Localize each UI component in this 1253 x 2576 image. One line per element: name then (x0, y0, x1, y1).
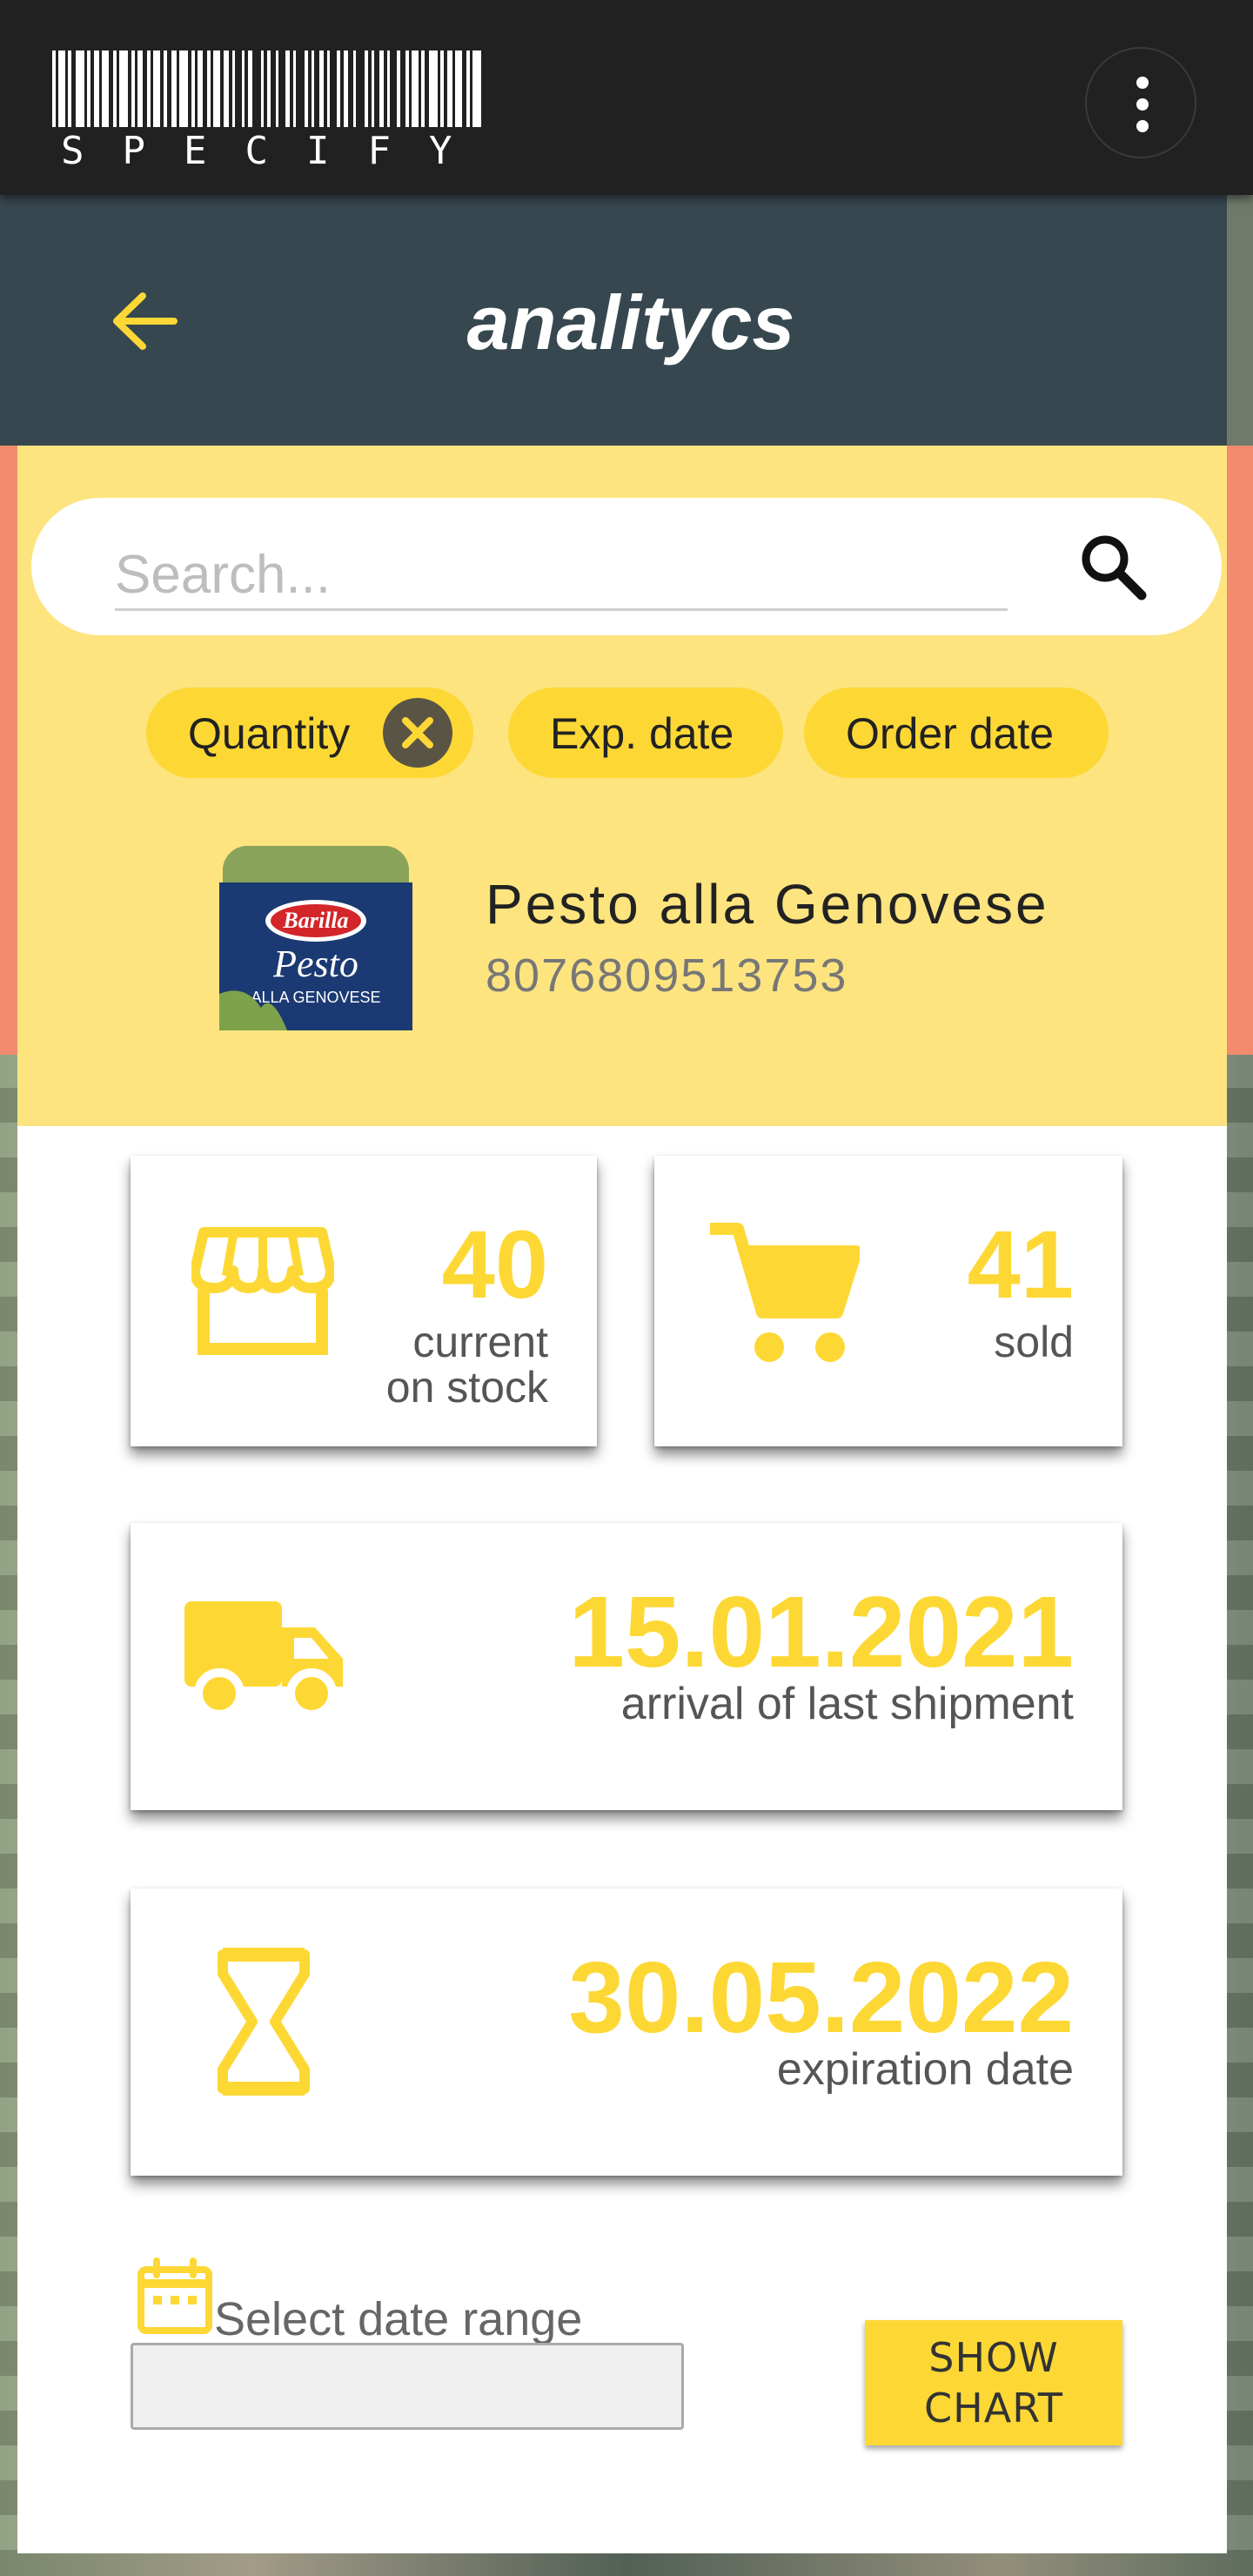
shipment-card: 15.01.2021 arrival of last shipment (131, 1523, 1122, 1810)
hourglass-icon (218, 1948, 310, 2096)
date-range-input[interactable] (131, 2343, 684, 2430)
product-thumbnail: Barilla Pesto ALLA GENOVESE (219, 837, 412, 1030)
store-icon (191, 1227, 334, 1355)
stock-label: current on stock (386, 1319, 548, 1410)
barcode-bar (102, 50, 109, 127)
app-logo: SPECIFY (52, 50, 491, 173)
barcode-bar (119, 50, 128, 127)
date-range-label: Select date range (214, 2293, 583, 2345)
barcode-bar (213, 50, 220, 127)
search-bar (31, 498, 1222, 635)
barcode-bar (296, 50, 305, 127)
barcode-bar (252, 50, 261, 127)
remove-filter-button[interactable] (383, 698, 452, 768)
cart-icon (710, 1223, 860, 1362)
barcode-bar (390, 50, 397, 127)
thumb-brand: Barilla (282, 908, 348, 933)
kebab-dot-icon (1136, 77, 1149, 89)
chip-label: Order date (846, 709, 1055, 758)
sold-card: 41 sold (654, 1156, 1122, 1446)
chip-label: Quantity (188, 709, 351, 758)
expiration-date: 30.05.2022 (568, 1941, 1074, 2054)
stock-label-line2: on stock (385, 1363, 548, 1412)
stats-panel: 40 current on stock 41 sold 15.01.2021 a… (17, 1126, 1227, 2553)
search-input[interactable] (115, 541, 1008, 611)
barcode-bar (235, 50, 242, 127)
kebab-dot-icon (1136, 98, 1149, 111)
show-chart-button[interactable]: SHOW CHART (865, 2320, 1122, 2445)
more-options-button[interactable] (1085, 47, 1196, 158)
close-icon (402, 717, 433, 748)
chip-order-date[interactable]: Order date (804, 688, 1109, 778)
kebab-dot-icon (1136, 120, 1149, 132)
search-panel: Quantity Exp. date Order date Barilla Pe… (17, 446, 1227, 1126)
sold-label: sold (994, 1318, 1074, 1366)
product-summary: Barilla Pesto ALLA GENOVESE Pesto alla G… (219, 837, 1089, 1037)
expiration-label: expiration date (776, 2044, 1074, 2095)
barcode-bar (429, 50, 438, 127)
barcode-bar (58, 50, 65, 127)
logo-text: SPECIFY (61, 129, 491, 173)
app-bar: analitycs (0, 195, 1227, 446)
stock-label-line1: current (412, 1318, 548, 1366)
chip-quantity[interactable]: Quantity (146, 688, 473, 778)
sold-value: 41 (967, 1211, 1074, 1318)
barcode-icon (52, 50, 487, 127)
search-icon[interactable] (1074, 527, 1152, 606)
barcode-bar (481, 50, 485, 127)
chip-label: Exp. date (550, 709, 734, 758)
top-bar: SPECIFY (0, 0, 1253, 195)
stock-card: 40 current on stock (131, 1156, 597, 1446)
chip-exp-date[interactable]: Exp. date (508, 688, 783, 778)
expiration-card: 30.05.2022 expiration date (131, 1888, 1122, 2176)
thumb-sub: ALLA GENOVESE (251, 989, 380, 1006)
barcode-bar (472, 50, 481, 127)
calendar-icon[interactable] (136, 2257, 214, 2336)
product-name: Pesto alla Genovese (486, 873, 1049, 936)
barcode-bar (455, 50, 462, 127)
barcode-bar (330, 50, 337, 127)
filter-chips: Quantity Exp. date Order date (146, 688, 1109, 778)
product-barcode: 8076809513753 (486, 949, 848, 1002)
barcode-bar (412, 50, 419, 127)
thumb-title: Pesto (272, 943, 358, 985)
show-chart-line1: SHOW (928, 2334, 1059, 2381)
barcode-bar (153, 50, 160, 127)
barcode-bar (278, 50, 285, 127)
truck-icon (184, 1601, 343, 1716)
barcode-bar (76, 50, 84, 127)
stock-value: 40 (441, 1211, 548, 1318)
show-chart-line2: CHART (924, 2385, 1063, 2432)
shipment-date: 15.01.2021 (568, 1575, 1074, 1688)
barcode-bar (179, 50, 188, 127)
page-title: analitycs (466, 279, 795, 366)
shipment-label: arrival of last shipment (620, 1679, 1074, 1729)
barcode-bar (356, 50, 365, 127)
